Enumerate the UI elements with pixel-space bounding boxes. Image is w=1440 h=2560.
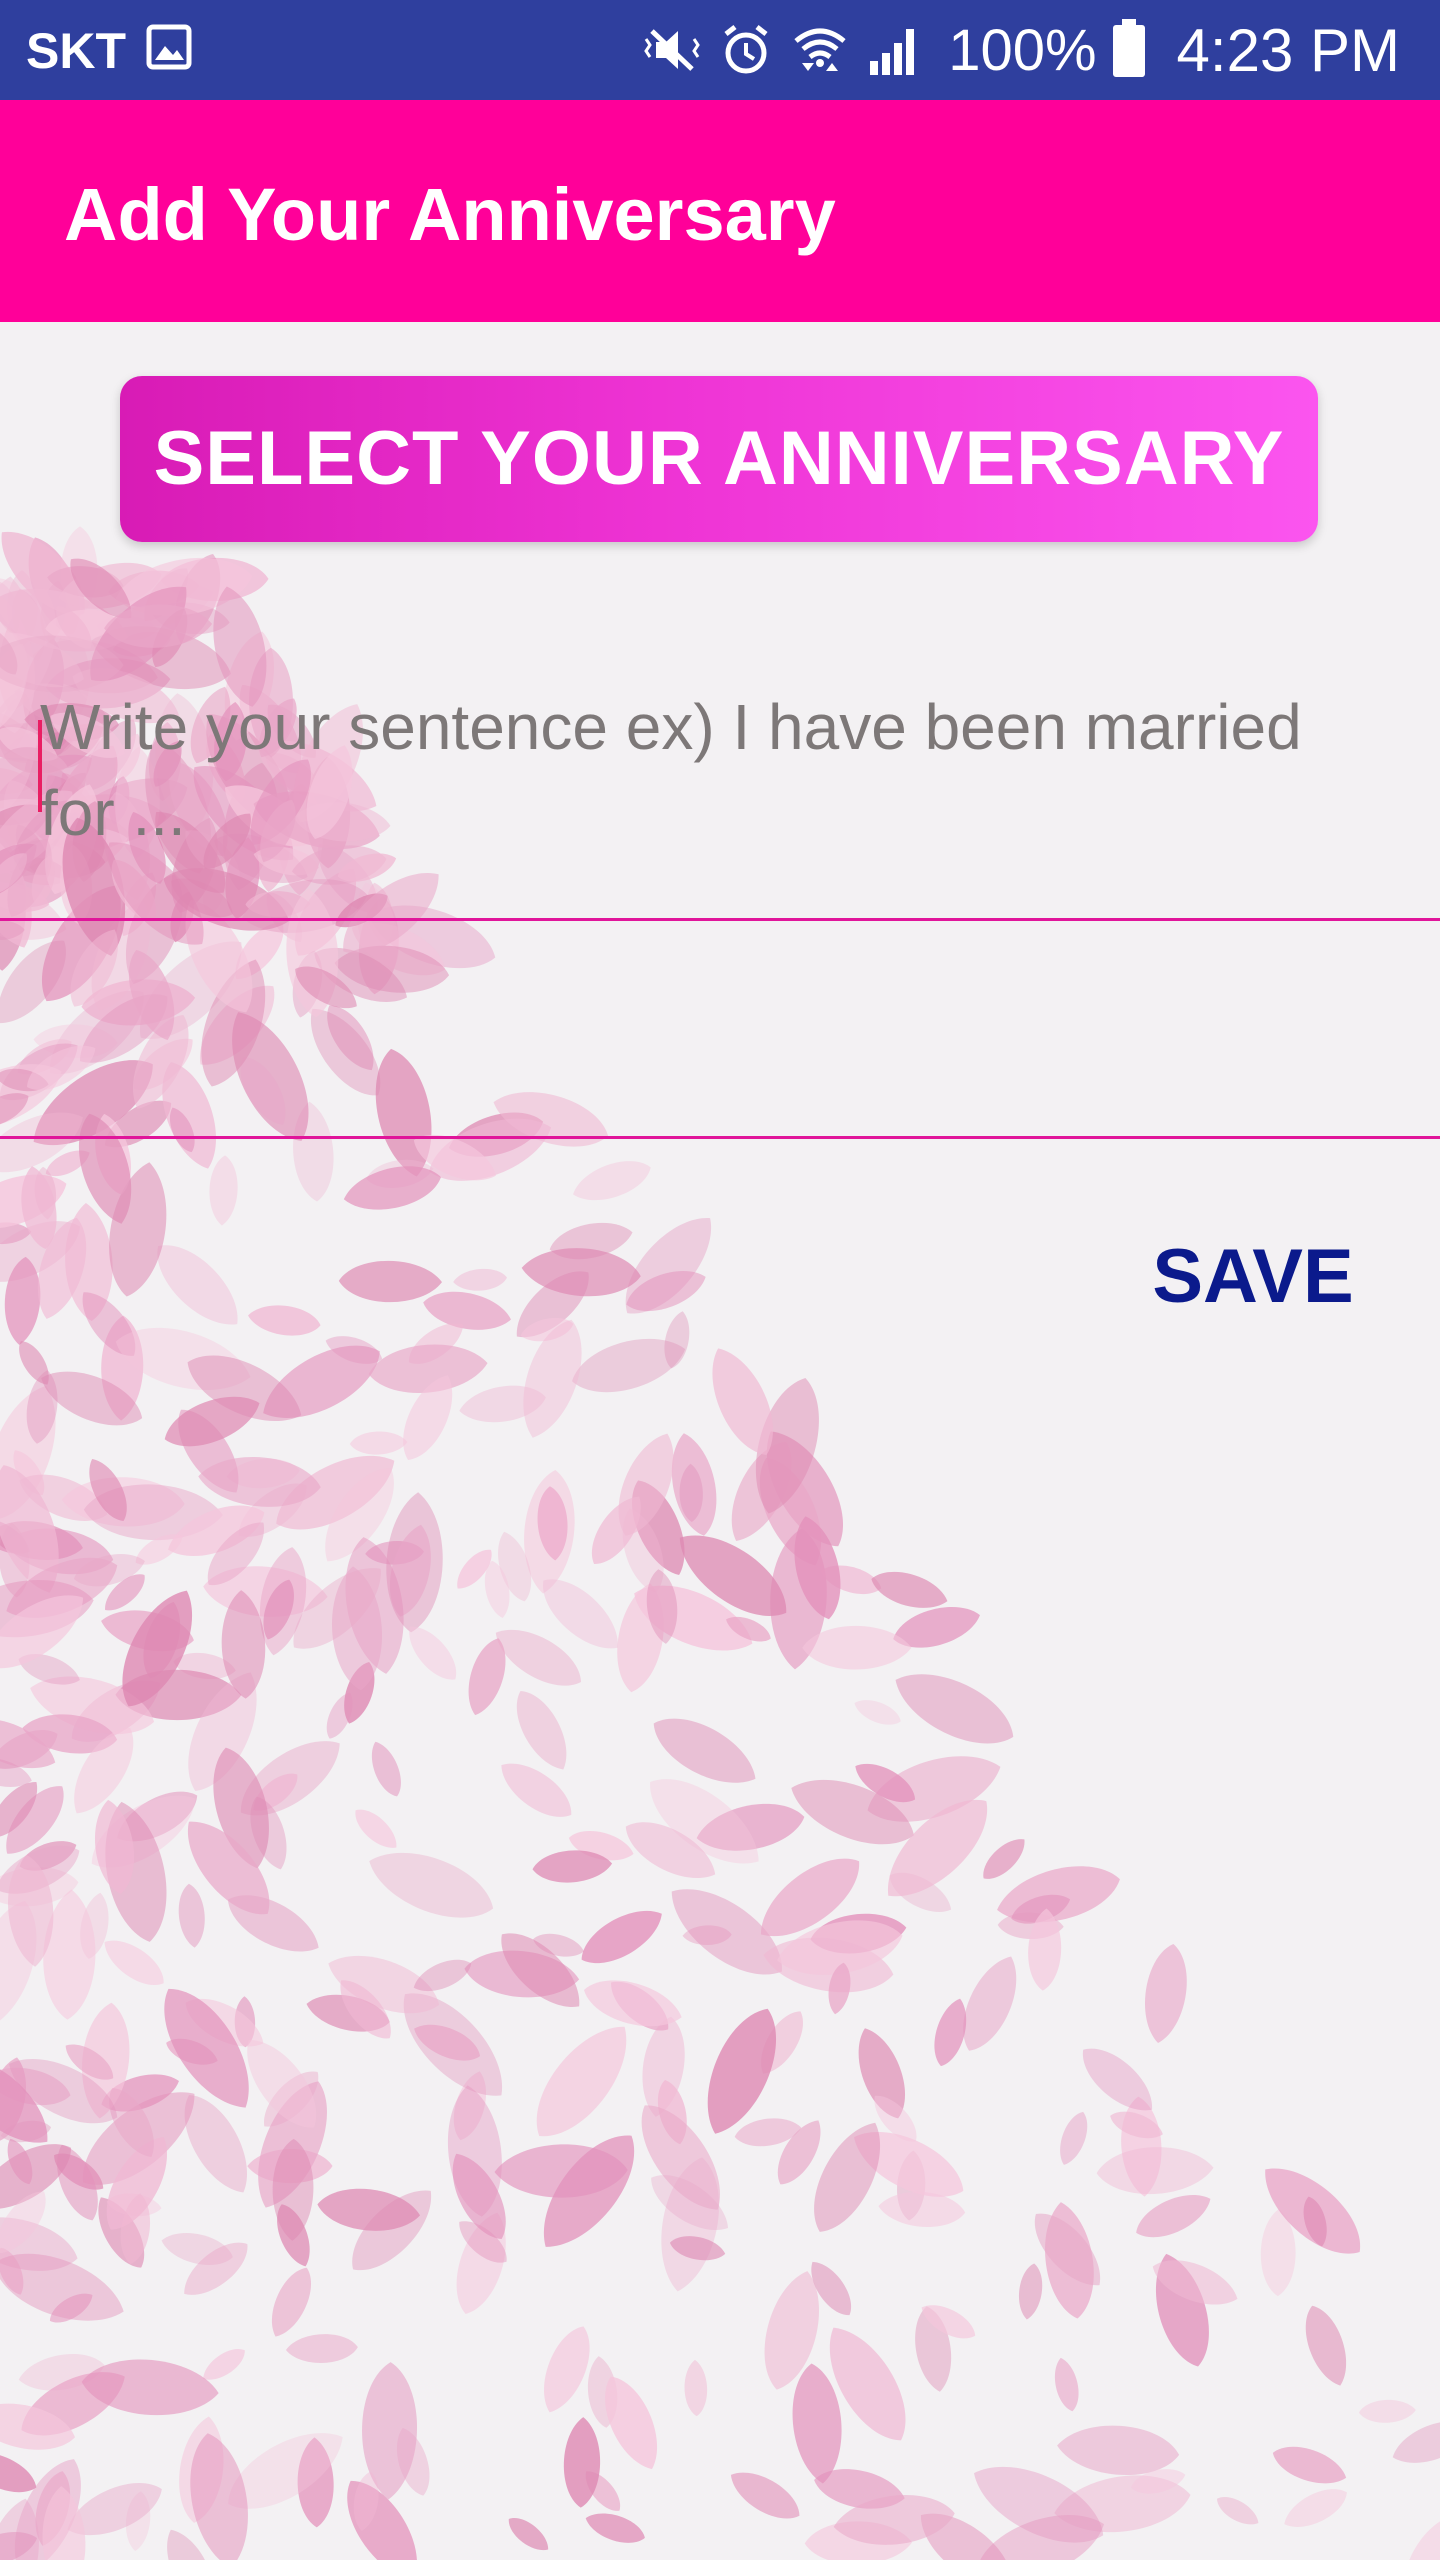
battery-icon (1111, 18, 1147, 82)
battery-percent: 100% (948, 17, 1097, 83)
text-cursor (38, 720, 42, 812)
sentence-input-underline (0, 918, 1440, 921)
page-title: Add Your Anniversary (64, 173, 836, 256)
sentence-input[interactable]: Write your sentence ex) I have been marr… (40, 684, 1340, 856)
content-area: SELECT YOUR ANNIVERSARY Write your sente… (0, 322, 1440, 2560)
alarm-icon (716, 22, 776, 78)
image-icon (146, 24, 192, 70)
app-bar: Add Your Anniversary (0, 100, 1440, 322)
select-anniversary-button[interactable]: SELECT YOUR ANNIVERSARY (120, 376, 1318, 542)
wifi-icon (790, 22, 850, 78)
save-button[interactable]: SAVE (1138, 1222, 1368, 1332)
petal-background (0, 515, 1440, 2560)
clock: 4:23 PM (1176, 16, 1400, 84)
status-bar: SKT 100% 4:23 PM (0, 0, 1440, 100)
carrier-label: SKT (26, 23, 126, 79)
mute-icon (642, 22, 702, 78)
second-input-underline[interactable] (0, 1136, 1440, 1139)
signal-icon (864, 22, 924, 78)
